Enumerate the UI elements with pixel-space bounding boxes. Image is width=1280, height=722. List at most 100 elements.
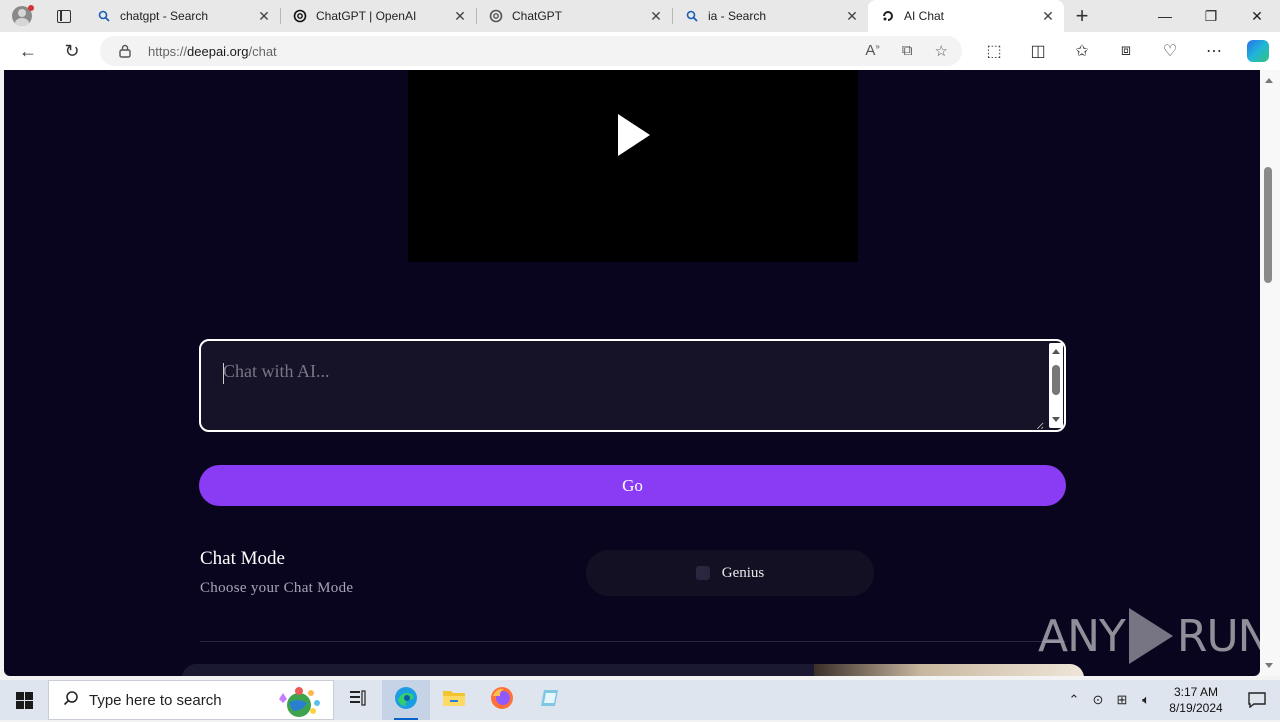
taskbar-search[interactable]: Type here to search	[48, 680, 334, 720]
scroll-down-icon[interactable]	[1052, 417, 1060, 422]
watermark-play-icon	[1128, 608, 1173, 664]
chat-input[interactable]	[201, 341, 1044, 430]
card-image	[814, 664, 1084, 676]
watermark-text-left: ANY	[1038, 610, 1126, 662]
extensions-icon[interactable]: ⬚	[972, 32, 1016, 70]
task-view-button[interactable]	[334, 680, 382, 720]
network-icon[interactable]: ⊞	[1110, 692, 1134, 708]
chat-mode-genius-option[interactable]: Genius	[586, 550, 874, 596]
anyrun-watermark: ANY RUN	[1038, 608, 1260, 664]
tab-ai-chat[interactable]: AI Chat ✕	[868, 0, 1064, 32]
chat-input-scrollbar[interactable]	[1049, 343, 1063, 428]
search-icon	[63, 690, 79, 711]
chat-mode-title: Chat Mode	[200, 548, 285, 569]
task-view-icon	[349, 689, 367, 711]
section-divider	[200, 641, 1066, 642]
back-arrow-icon: ←	[19, 40, 37, 61]
new-tab-button[interactable]: +	[1064, 3, 1100, 29]
clock-date: 8/19/2024	[1169, 701, 1223, 715]
chat-mode-subtitle: Choose your Chat Mode	[200, 580, 354, 596]
url-text: https://deepai.org/chat	[148, 44, 865, 59]
edge-icon	[394, 686, 418, 715]
address-bar[interactable]: https://deepai.org/chat A» ⧉ ☆	[100, 36, 962, 66]
collections-icon[interactable]: ⧈	[1104, 32, 1148, 70]
window-close-icon[interactable]: ✕	[1234, 0, 1280, 32]
watermark-text-right: RUN	[1176, 610, 1260, 662]
clock[interactable]: 3:17 AM 8/19/2024	[1158, 684, 1234, 716]
close-icon[interactable]: ✕	[256, 8, 272, 25]
firefox-icon	[490, 686, 514, 715]
genius-checkbox[interactable]	[695, 566, 710, 580]
chevron-up-icon[interactable]: ⌃	[1062, 692, 1086, 708]
address-bar-actions: A» ⧉ ☆	[865, 42, 948, 60]
tab-chatgpt[interactable]: ChatGPT ✕	[476, 0, 672, 32]
navigation-bar: ← ↻ https://deepai.org/chat A» ⧉ ☆ ⬚ ◫ ✩…	[0, 32, 1280, 70]
close-icon[interactable]: ✕	[844, 8, 860, 25]
close-icon[interactable]: ✕	[648, 8, 664, 25]
profile-button[interactable]	[0, 0, 44, 32]
search-highlight-icon	[267, 685, 327, 717]
page-viewport: Go Chat Mode Choose your Chat Mode Geniu…	[4, 70, 1260, 676]
system-tray: ⌃ ⊙ ⊞ 🔈︎ 3:17 AM 8/19/2024	[1062, 680, 1280, 720]
play-icon[interactable]	[618, 114, 650, 156]
tab-chatgpt-search[interactable]: chatgpt - Search ✕	[84, 0, 280, 32]
openai-icon	[488, 8, 504, 24]
notification-dot	[28, 5, 34, 11]
more-options-icon[interactable]: ⋯	[1192, 32, 1236, 70]
page-scrollbar[interactable]	[1260, 70, 1280, 676]
scroll-down-icon[interactable]	[1265, 663, 1273, 668]
go-button[interactable]: Go	[199, 465, 1066, 506]
taskbar-firefox[interactable]	[478, 680, 526, 720]
volume-icon[interactable]: 🔈︎	[1134, 692, 1158, 708]
openai-icon	[292, 8, 308, 24]
genius-label: Genius	[721, 564, 765, 581]
favorites-icon[interactable]: ✩	[1060, 32, 1104, 70]
tab-actions-button[interactable]	[44, 0, 84, 32]
folder-icon	[442, 688, 466, 713]
search-icon	[96, 8, 112, 24]
clock-time: 3:17 AM	[1173, 685, 1219, 699]
meet-now-icon[interactable]: ⊙	[1086, 692, 1110, 708]
scroll-up-icon[interactable]	[1052, 349, 1060, 354]
copilot-icon[interactable]	[1247, 40, 1269, 62]
text-caret	[223, 363, 224, 384]
tab-ia-search[interactable]: ia - Search ✕	[672, 0, 868, 32]
chat-input-box	[199, 339, 1066, 432]
tab-actions-icon	[57, 9, 71, 23]
scroll-up-icon[interactable]	[1265, 78, 1273, 83]
taskbar-search-placeholder: Type here to search	[89, 691, 222, 709]
tab-title: ChatGPT	[512, 9, 563, 23]
deepai-icon	[880, 8, 896, 24]
split-screen-icon[interactable]: ◫	[1016, 32, 1060, 70]
immersive-reader-icon[interactable]: ⧉	[902, 42, 913, 60]
start-button[interactable]	[0, 680, 48, 720]
favorite-star-icon[interactable]: ☆	[935, 42, 948, 60]
refresh-icon: ↻	[64, 40, 80, 61]
browser-essentials-icon[interactable]: ♡	[1148, 32, 1192, 70]
tab-title: ia - Search	[708, 9, 767, 23]
windows-logo-icon	[15, 691, 33, 709]
back-button[interactable]: ←	[8, 32, 48, 70]
refresh-button[interactable]: ↻	[52, 32, 92, 70]
windows-taskbar: Type here to search ⌃ ⊙ ⊞ 🔈︎ 3:17 AM 8/1…	[0, 680, 1280, 720]
scroll-thumb[interactable]	[1052, 365, 1060, 395]
lock-icon[interactable]	[118, 44, 132, 58]
tab-chatgpt-openai[interactable]: ChatGPT | OpenAI ✕	[280, 0, 476, 32]
read-aloud-icon[interactable]: A»	[865, 42, 879, 60]
close-icon[interactable]: ✕	[452, 8, 468, 25]
window-controls: — ❐ ✕	[1142, 0, 1280, 32]
minimize-icon[interactable]: —	[1142, 0, 1188, 32]
taskbar-edge[interactable]	[382, 680, 430, 720]
video-player[interactable]	[408, 70, 858, 262]
taskbar-file-explorer[interactable]	[430, 680, 478, 720]
tab-title: chatgpt - Search	[120, 9, 209, 23]
url-path: /chat	[248, 43, 277, 59]
close-icon[interactable]: ✕	[1040, 8, 1056, 25]
tab-title: ChatGPT | OpenAI	[316, 9, 417, 23]
url-host: deepai.org	[187, 43, 249, 59]
notifications-icon[interactable]	[1234, 692, 1280, 708]
restore-icon[interactable]: ❐	[1188, 0, 1234, 32]
search-icon	[684, 8, 700, 24]
scroll-thumb[interactable]	[1264, 167, 1272, 283]
taskbar-app[interactable]	[526, 680, 574, 720]
